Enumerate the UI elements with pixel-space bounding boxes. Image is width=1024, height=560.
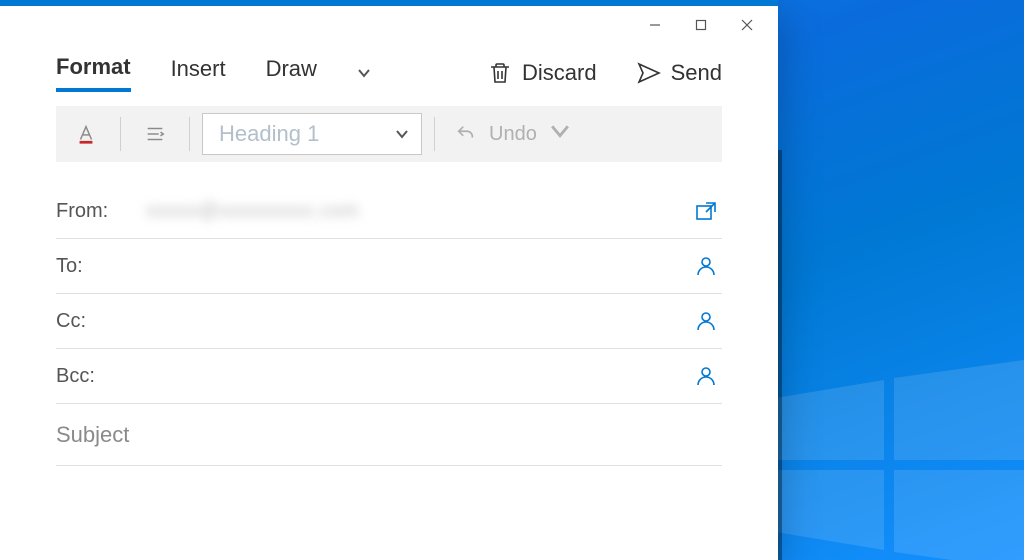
send-icon (637, 61, 661, 85)
undo-button[interactable]: Undo (447, 120, 571, 148)
style-picker-label: Heading 1 (219, 121, 383, 147)
discard-button[interactable]: Discard (488, 60, 597, 86)
close-button[interactable] (724, 9, 770, 41)
to-picker-button[interactable] (690, 254, 722, 278)
cc-input[interactable] (146, 310, 690, 333)
paragraph-icon (144, 123, 166, 145)
compose-window: Format Insert Draw Discard Send (0, 0, 778, 560)
bcc-row: Bcc: (56, 349, 722, 404)
tab-format[interactable]: Format (56, 54, 131, 92)
toolbar-divider (189, 117, 190, 151)
text-style-picker[interactable]: Heading 1 (202, 113, 422, 155)
to-input[interactable] (146, 255, 690, 278)
send-button[interactable]: Send (637, 60, 722, 86)
subject-row (56, 404, 722, 466)
to-row: To: (56, 239, 722, 294)
from-label: From: (56, 200, 146, 223)
undo-icon (455, 123, 477, 145)
paragraph-options-button[interactable] (133, 112, 177, 156)
compose-fields: From: xxxxx@xxxxxxxxx.com To: Cc: (0, 166, 778, 466)
font-color-icon (75, 123, 97, 145)
from-row: From: xxxxx@xxxxxxxxx.com (56, 184, 722, 239)
font-color-button[interactable] (64, 112, 108, 156)
cc-picker-button[interactable] (690, 309, 722, 333)
bcc-label: Bcc: (56, 365, 146, 388)
cc-row: Cc: (56, 294, 722, 349)
from-value: xxxxx@xxxxxxxxx.com (146, 200, 690, 223)
tab-draw[interactable]: Draw (266, 56, 317, 90)
person-icon (694, 364, 718, 388)
bcc-input[interactable] (146, 365, 690, 388)
send-label: Send (671, 60, 722, 86)
discard-label: Discard (522, 60, 597, 86)
undo-label: Undo (489, 123, 537, 146)
bcc-picker-button[interactable] (690, 364, 722, 388)
to-label: To: (56, 255, 146, 278)
chevron-down-icon (395, 121, 409, 147)
subject-input[interactable] (56, 422, 722, 448)
open-in-new-window-button[interactable] (690, 199, 722, 223)
person-icon (694, 254, 718, 278)
window-right-shadow (778, 150, 782, 560)
more-tabs-button[interactable] (357, 60, 371, 86)
cc-label: Cc: (56, 310, 146, 333)
toolbar-divider (120, 117, 121, 151)
maximize-button[interactable] (678, 9, 724, 41)
person-icon (694, 309, 718, 333)
titlebar (0, 6, 778, 44)
toolbar-divider (434, 117, 435, 151)
popout-icon (694, 199, 718, 223)
format-toolbar: Heading 1 Undo (56, 106, 722, 162)
tab-insert[interactable]: Insert (171, 56, 226, 90)
chevron-down-icon (549, 120, 571, 148)
trash-icon (488, 61, 512, 85)
windows-logo-icon (764, 360, 1024, 560)
minimize-button[interactable] (632, 9, 678, 41)
ribbon-tabs: Format Insert Draw Discard Send (0, 44, 778, 100)
